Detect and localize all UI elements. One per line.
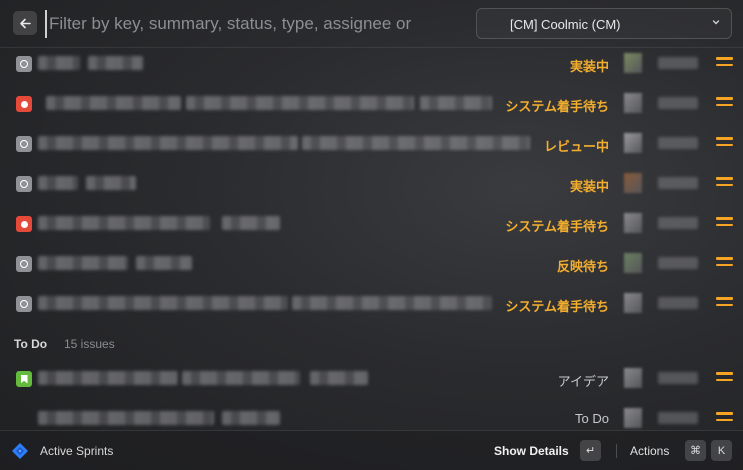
redacted-summary — [136, 256, 192, 270]
redacted-assignee — [658, 177, 698, 189]
issue-status: システム着手待ち — [505, 299, 609, 314]
priority-medium-icon — [716, 257, 733, 270]
arrow-left-icon — [19, 18, 31, 28]
priority-medium-icon — [716, 57, 733, 70]
k-key-hint: K — [711, 440, 732, 461]
priority-medium-icon — [716, 137, 733, 150]
issue-status: アイデア — [557, 374, 609, 389]
priority-medium-icon — [716, 412, 733, 425]
issue-row[interactable]: レビュー中 — [0, 124, 743, 164]
redacted-summary — [46, 96, 181, 110]
story-type-icon — [16, 371, 32, 387]
issue-list: 実装中 システム着手待ち レビュー中 実装中 システム着手待ち 反映待ち システム着手待ち … — [0, 48, 743, 430]
assignee-avatar — [624, 408, 642, 428]
redacted-summary — [302, 136, 530, 150]
redacted-summary — [38, 56, 80, 70]
redacted-assignee — [658, 297, 698, 309]
footer-divider — [616, 444, 617, 458]
search-input[interactable] — [45, 10, 460, 38]
section-count: 15 issues — [64, 337, 115, 351]
issue-row[interactable]: To Do — [0, 399, 743, 430]
footer-title: Active Sprints — [40, 444, 114, 458]
redacted-summary — [222, 411, 280, 425]
redacted-assignee — [658, 372, 698, 384]
redacted-summary — [38, 256, 128, 270]
redacted-summary — [186, 96, 414, 110]
task-type-icon — [16, 56, 32, 72]
task-type-icon — [16, 296, 32, 312]
issue-status: 実装中 — [569, 59, 609, 74]
redacted-summary — [38, 136, 298, 150]
project-dropdown[interactable]: [CM] Coolmic (CM) — [476, 8, 732, 39]
redacted-assignee — [658, 97, 698, 109]
chevron-down-icon — [712, 20, 720, 25]
issue-status: 実装中 — [569, 179, 609, 194]
issue-row[interactable]: 実装中 — [0, 48, 743, 84]
issue-status: システム着手待ち — [505, 219, 609, 234]
redacted-summary — [38, 296, 288, 310]
issue-row[interactable]: システム着手待ち — [0, 84, 743, 124]
task-type-icon — [16, 136, 32, 152]
issue-row[interactable]: 実装中 — [0, 164, 743, 204]
priority-medium-icon — [716, 97, 733, 110]
raycast-window: [CM] Coolmic (CM) 実装中システム着手待ちレビュー中実装中システ… — [0, 0, 743, 470]
redacted-summary — [38, 371, 178, 385]
actions-button[interactable]: Actions — [630, 444, 669, 458]
issue-status: To Do — [575, 411, 609, 426]
issue-row[interactable]: システム着手待ち — [0, 284, 743, 324]
section-title: To Do — [14, 337, 48, 351]
command-key-hint: ⌘ — [685, 440, 706, 461]
assignee-avatar — [624, 293, 642, 313]
action-bar: Active Sprints Show Details ↵ Actions ⌘ … — [0, 430, 743, 470]
section-header-todo: To Do 15 issues — [0, 328, 743, 358]
search-header: [CM] Coolmic (CM) — [0, 0, 743, 48]
redacted-assignee — [658, 412, 698, 424]
assignee-avatar — [624, 133, 642, 153]
priority-medium-icon — [716, 297, 733, 310]
redacted-assignee — [658, 137, 698, 149]
enter-key-hint: ↵ — [580, 440, 601, 461]
assignee-avatar — [624, 253, 642, 273]
back-button[interactable] — [13, 11, 37, 35]
project-dropdown-label: [CM] Coolmic (CM) — [510, 17, 621, 32]
assignee-avatar — [624, 93, 642, 113]
issue-status: 反映待ち — [556, 259, 609, 274]
issue-row[interactable]: アイデア — [0, 359, 743, 399]
jira-icon — [12, 443, 28, 459]
redacted-summary — [86, 176, 136, 190]
redacted-summary — [38, 216, 210, 230]
redacted-summary — [292, 296, 492, 310]
redacted-assignee — [658, 57, 698, 69]
redacted-summary — [182, 371, 300, 385]
redacted-assignee — [658, 257, 698, 269]
issue-status: システム着手待ち — [505, 99, 609, 114]
redacted-summary — [222, 216, 280, 230]
assignee-avatar — [624, 213, 642, 233]
assignee-avatar — [624, 173, 642, 193]
redacted-summary — [310, 371, 368, 385]
issue-row[interactable]: 反映待ち — [0, 244, 743, 284]
priority-medium-icon — [716, 372, 733, 385]
issue-row[interactable]: システム着手待ち — [0, 204, 743, 244]
redacted-summary — [38, 411, 214, 425]
redacted-assignee — [658, 217, 698, 229]
redacted-summary — [38, 176, 78, 190]
bug-type-icon — [16, 216, 32, 232]
priority-medium-icon — [716, 217, 733, 230]
assignee-avatar — [624, 368, 642, 388]
redacted-summary — [420, 96, 492, 110]
issue-status: レビュー中 — [543, 139, 609, 154]
redacted-summary — [88, 56, 143, 70]
task-type-icon — [16, 176, 32, 192]
bug-type-icon — [16, 96, 32, 112]
task-type-icon — [16, 256, 32, 272]
assignee-avatar — [624, 53, 642, 73]
priority-medium-icon — [716, 177, 733, 190]
show-details-action[interactable]: Show Details — [494, 444, 569, 458]
